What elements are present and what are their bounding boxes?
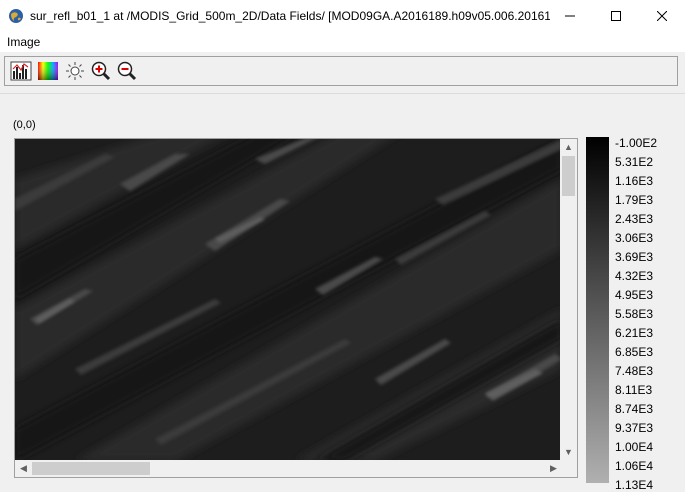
window-title: sur_refl_b01_1 at /MODIS_Grid_500m_2D/Da…: [30, 9, 550, 23]
close-icon: [657, 11, 667, 21]
menu-bar: Image: [0, 32, 685, 52]
colorbar-tick-label: 2.43E3: [615, 212, 654, 226]
colorbar-tick-label: -1.00E2: [615, 136, 658, 150]
scroll-down-arrow[interactable]: ▼: [560, 444, 577, 461]
colorbar-tick-label: 3.69E3: [615, 250, 654, 264]
minimize-icon: [565, 15, 575, 17]
colorbar-tick-label: 3.06E3: [615, 231, 654, 245]
horizontal-scrollbar[interactable]: ◀ ▶: [15, 460, 562, 477]
colorbar-tick-label: 7.48E3: [615, 364, 654, 378]
horizontal-scroll-thumb[interactable]: [32, 462, 150, 475]
colorbar-tick-label: 6.21E3: [615, 326, 654, 340]
colorbar: [586, 137, 609, 483]
colorbar-tick-label: 1.79E3: [615, 193, 654, 207]
colorbar-tick-label: 4.95E3: [615, 288, 654, 302]
satellite-image[interactable]: [15, 139, 562, 461]
colorbar-tick-label: 1.13E4: [615, 478, 654, 492]
colorbar-tick-label: 1.00E4: [615, 440, 654, 454]
colorbar-tick-label: 1.06E4: [615, 459, 654, 473]
close-button[interactable]: [639, 0, 685, 32]
title-bar: sur_refl_b01_1 at /MODIS_Grid_500m_2D/Da…: [0, 0, 685, 32]
maximize-button[interactable]: [593, 0, 639, 32]
zoom-out-icon[interactable]: [116, 61, 138, 81]
colorbar-tick-label: 6.85E3: [615, 345, 654, 359]
zoom-in-icon[interactable]: [90, 61, 112, 81]
image-viewport: ▲ ▼ ◀ ▶: [14, 138, 578, 478]
toolbar: [4, 56, 678, 86]
separator: [0, 93, 685, 94]
colorbar-tick-label: 9.37E3: [615, 421, 654, 435]
colorbar-tick-label: 8.74E3: [615, 402, 654, 416]
scroll-left-arrow[interactable]: ◀: [15, 460, 32, 477]
colorbar-tick-label: 5.31E2: [615, 155, 654, 169]
colorbar-tick-label: 1.16E3: [615, 174, 654, 188]
histogram-icon[interactable]: [10, 61, 32, 81]
colorbar-tick-label: 5.58E3: [615, 307, 654, 321]
vertical-scrollbar[interactable]: ▲ ▼: [560, 139, 577, 461]
maximize-icon: [611, 11, 621, 21]
scroll-up-arrow[interactable]: ▲: [560, 139, 577, 156]
globe-app-icon: [9, 9, 23, 23]
image-raster: [15, 139, 562, 461]
menu-image[interactable]: Image: [7, 35, 40, 49]
colorbar-tick-label: 8.11E3: [615, 383, 653, 397]
minimize-button[interactable]: [547, 0, 593, 32]
colorbar-tick-label: 4.32E3: [615, 269, 654, 283]
vertical-scroll-thumb[interactable]: [562, 156, 575, 196]
coordinate-readout: (0,0): [13, 119, 36, 131]
brightness-icon[interactable]: [64, 61, 86, 81]
palette-icon[interactable]: [37, 61, 59, 81]
scrollbar-corner: [560, 460, 577, 477]
